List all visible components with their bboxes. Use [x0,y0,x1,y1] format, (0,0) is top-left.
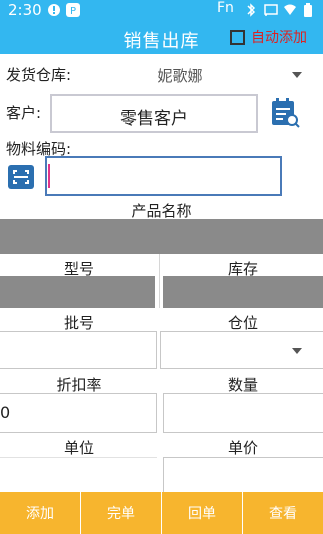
unit-label: 单位 [63,439,94,457]
quantity-label: 数量 [227,376,258,394]
wifi-icon [283,3,297,21]
material-code-input[interactable] [45,156,282,196]
product-name-label: 产品名称 [131,202,192,220]
quantity-input[interactable] [163,393,323,433]
scan-icon[interactable] [8,165,34,193]
checkbox-box[interactable] [230,29,245,45]
warehouse-label: 发货仓库: [6,66,72,84]
discount-rate-label: 折扣率 [56,376,102,394]
cast-icon [264,3,278,21]
notification-icon [47,3,61,21]
view-button[interactable]: 查看 [243,492,323,534]
bottom-action-bar: 添加 完单 回单 查看 [0,492,323,534]
bluetooth-icon [245,3,257,21]
discount-rate-input[interactable]: 0 [0,393,157,433]
stock-value [163,276,323,308]
app-p-icon: P [66,3,80,21]
status-time: 2:30 [8,1,42,19]
status-fn-text: Fn [217,0,234,16]
batch-label: 批号 [63,314,94,332]
svg-text:P: P [70,6,76,17]
batch-input[interactable] [0,331,157,369]
unit-price-input[interactable] [163,457,323,492]
unit-price-label: 单价 [227,439,258,457]
return-button[interactable]: 回单 [162,492,243,534]
chevron-down-icon [292,72,302,78]
battery-icon [303,3,313,21]
add-button[interactable]: 添加 [0,492,81,534]
warehouse-value: 妮歌娜 [157,67,203,85]
location-label: 仓位 [227,314,258,332]
warehouse-select[interactable]: 妮歌娜 [80,58,318,92]
model-value [0,276,155,308]
customer-search-icon[interactable] [270,96,300,132]
column-divider [159,254,160,308]
customer-value: 零售客户 [120,109,188,129]
discount-rate-value: 0 [0,403,11,422]
finish-button[interactable]: 完单 [81,492,162,534]
chevron-down-icon [292,348,302,354]
auto-add-checkbox[interactable]: 自动添加 [230,27,307,47]
product-name-value [0,219,323,254]
unit-value [0,457,157,492]
customer-label: 客户: [6,104,42,122]
customer-field[interactable]: 零售客户 [50,94,258,133]
text-cursor [48,164,50,188]
location-select[interactable] [160,331,323,369]
auto-add-label: 自动添加 [251,30,307,46]
